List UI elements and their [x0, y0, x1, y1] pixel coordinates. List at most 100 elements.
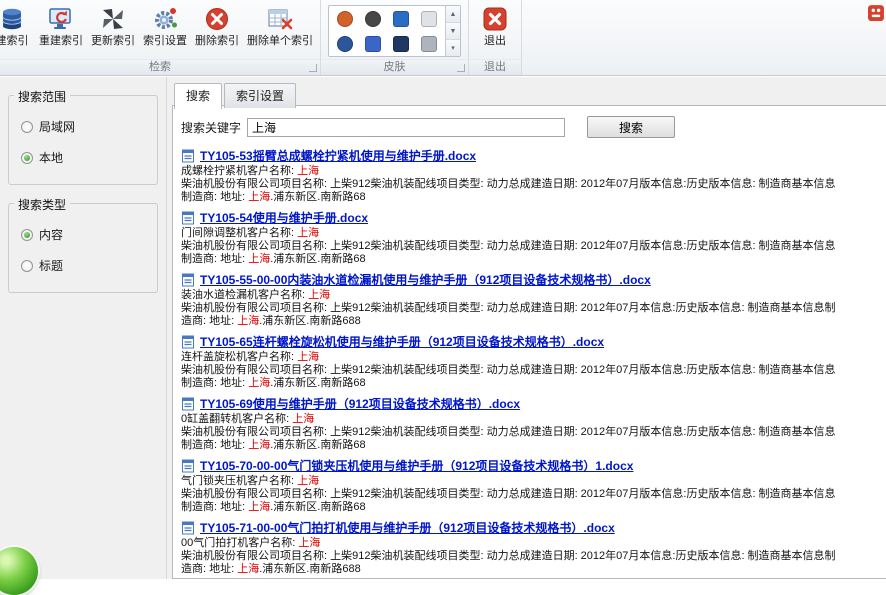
skin-swatch[interactable]: [365, 36, 381, 52]
doc-icon: [181, 149, 195, 163]
delete-index-button[interactable]: 删除索引: [191, 2, 243, 59]
ribbon-spacer: [522, 0, 886, 75]
gallery-scroll-buttons: ▲ ▼ ▾: [445, 6, 460, 56]
tab-index-settings[interactable]: 索引设置: [224, 83, 296, 108]
gallery-down-button[interactable]: ▼: [446, 23, 460, 40]
update-index-button[interactable]: 更新索引: [87, 2, 139, 59]
delete-single-index-icon: [266, 5, 294, 33]
gallery-dropdown-button[interactable]: ▾: [446, 40, 460, 56]
ribbon-button-strip: 建索引 重建索引 更新索引: [0, 0, 320, 59]
titlebar-fragment-icon: [868, 4, 885, 23]
search-result: TY105-65连杆螺栓旋松机使用与维护手册（912项目设备技术规格书）.doc…: [181, 333, 878, 390]
skin-swatch[interactable]: [421, 36, 437, 52]
skin-swatch[interactable]: [421, 11, 437, 27]
tab-search[interactable]: 搜索: [174, 83, 222, 109]
search-keyword-label: 搜索关键字: [181, 119, 241, 136]
doc-icon: [181, 273, 195, 287]
result-link[interactable]: TY105-71-00-00气门拍打机使用与维护手册（912项目设备技术规格书）…: [200, 519, 615, 536]
group-launcher-icon[interactable]: [309, 64, 317, 72]
radio-icon: [21, 121, 33, 133]
create-index-button[interactable]: 建索引: [0, 2, 35, 59]
skin-button-strip: ▲ ▼ ▾: [321, 0, 468, 59]
result-link[interactable]: TY105-54使用与维护手册.docx: [200, 209, 368, 226]
doc-icon: [181, 459, 195, 473]
index-settings-button[interactable]: 索引设置: [139, 2, 191, 59]
radio-label: 标题: [39, 257, 63, 274]
exit-button-strip: 退出: [469, 0, 521, 59]
delete-single-index-button[interactable]: 删除单个索引: [243, 2, 317, 59]
doc-icon: [181, 397, 195, 411]
result-description: 连杆盖旋松机客户名称: 上海柴油机股份有限公司项目名称: 上柴912柴油机装配线…: [181, 351, 878, 390]
create-index-icon: [0, 5, 26, 33]
skin-swatch[interactable]: [393, 11, 409, 27]
result-link[interactable]: TY105-70-00-00气门锁夹压机使用与维护手册（912项目设备技术规格书…: [200, 457, 633, 474]
group-title: 搜索类型: [14, 196, 70, 213]
group-caption-label: 皮肤: [384, 61, 406, 73]
doc-icon: [181, 211, 195, 225]
radio-option-lan[interactable]: 局域网: [21, 118, 145, 135]
results-list: TY105-53摇臂总成螺栓拧紧机使用与维护手册.docx 成螺栓拧紧机客户名称…: [181, 147, 878, 579]
radio-option-local[interactable]: 本地: [21, 149, 145, 166]
radio-label: 局域网: [39, 118, 75, 135]
search-result: TY105-69使用与维护手册（912项目设备技术规格书）.docx 0缸盖翻转…: [181, 395, 878, 452]
ribbon: 建索引 重建索引 更新索引: [0, 0, 886, 76]
exit-icon: [481, 5, 509, 33]
radio-option-content[interactable]: 内容: [21, 226, 145, 243]
search-scope-group: 搜索范围 局域网 本地: [8, 95, 158, 185]
rebuild-index-icon: [47, 5, 75, 33]
tab-strip: 搜索 索引设置: [167, 77, 886, 108]
ribbon-group-caption-exit: 退出: [469, 59, 521, 75]
result-description: 成螺栓拧紧机客户名称: 上海柴油机股份有限公司项目名称: 上柴912柴油机装配线…: [181, 165, 878, 204]
delete-index-icon: [203, 5, 231, 33]
group-launcher-icon[interactable]: [457, 64, 465, 72]
update-index-icon: [99, 5, 127, 33]
search-result: TY105-71-00-00气门拍打机使用与维护手册（912项目设备技术规格书）…: [181, 519, 878, 576]
skin-gallery: ▲ ▼ ▾: [328, 5, 461, 57]
search-button[interactable]: 搜索: [587, 116, 675, 138]
group-caption-label: 退出: [484, 61, 506, 73]
ribbon-group-caption-skin: 皮肤: [321, 59, 468, 75]
rebuild-index-button[interactable]: 重建索引: [35, 2, 87, 59]
result-link[interactable]: TY105-69使用与维护手册（912项目设备技术规格书）.docx: [200, 395, 520, 412]
search-tab-panel: 搜索关键字 搜索 TY105-53摇臂总成螺栓拧紧机使用与维护手册.docx 成…: [172, 105, 886, 579]
search-input[interactable]: [247, 118, 565, 137]
search-type-group: 搜索类型 内容 标题: [8, 203, 158, 293]
main-area: 搜索 索引设置 搜索关键字 搜索 TY105-53摇臂总成螺栓拧紧机使用与维护手…: [167, 77, 886, 579]
doc-icon: [181, 335, 195, 349]
button-label: 删除单个索引: [247, 35, 313, 47]
ribbon-group-search: 建索引 重建索引 更新索引: [0, 0, 321, 75]
button-label: 删除索引: [195, 35, 239, 47]
group-title: 搜索范围: [14, 88, 70, 105]
radio-icon-checked: [21, 152, 33, 164]
skin-swatch[interactable]: [365, 11, 381, 27]
result-link[interactable]: TY105-53摇臂总成螺栓拧紧机使用与维护手册.docx: [200, 147, 476, 164]
button-label: 更新索引: [91, 35, 135, 47]
result-description: 装油水道检漏机客户名称: 上海柴油机股份有限公司项目名称: 上柴912柴油机装配…: [181, 289, 878, 328]
search-row: 搜索关键字 搜索: [181, 116, 878, 138]
result-description: 0缸盖翻转机客户名称: 上海柴油机股份有限公司项目名称: 上柴912柴油机装配线…: [181, 413, 878, 452]
button-label: 重建索引: [39, 35, 83, 47]
index-settings-icon: [151, 5, 179, 33]
skin-swatch-grid: [329, 6, 445, 56]
result-link[interactable]: TY105-55-00-00内装油水道检漏机使用与维护手册（912项目设备技术规…: [200, 271, 651, 288]
exit-button[interactable]: 退出: [472, 2, 518, 59]
result-description: 00气门拍打机客户名称: 上海柴油机股份有限公司项目名称: 上柴912柴油机装配…: [181, 537, 878, 576]
gallery-up-button[interactable]: ▲: [446, 6, 460, 23]
radio-icon: [21, 260, 33, 272]
button-label: 建索引: [0, 35, 29, 47]
skin-swatch[interactable]: [393, 36, 409, 52]
radio-icon-checked: [21, 229, 33, 241]
ribbon-group-caption-search: 检索: [0, 59, 320, 75]
doc-icon: [181, 521, 195, 535]
button-label: 索引设置: [143, 35, 187, 47]
ribbon-group-exit: 退出 退出: [469, 0, 522, 75]
radio-option-title[interactable]: 标题: [21, 257, 145, 274]
skin-swatch[interactable]: [337, 11, 353, 27]
radio-label: 本地: [39, 149, 63, 166]
result-link[interactable]: TY105-65连杆螺栓旋松机使用与维护手册（912项目设备技术规格书）.doc…: [200, 333, 604, 350]
skin-swatch[interactable]: [337, 36, 353, 52]
search-result: TY105-54使用与维护手册.docx 门间隙调整机客户名称: 上海柴油机股份…: [181, 209, 878, 266]
result-description: 门间隙调整机客户名称: 上海柴油机股份有限公司项目名称: 上柴912柴油机装配线…: [181, 227, 878, 266]
radio-label: 内容: [39, 226, 63, 243]
result-description: 气门锁夹压机客户名称: 上海柴油机股份有限公司项目名称: 上柴912柴油机装配线…: [181, 475, 878, 514]
